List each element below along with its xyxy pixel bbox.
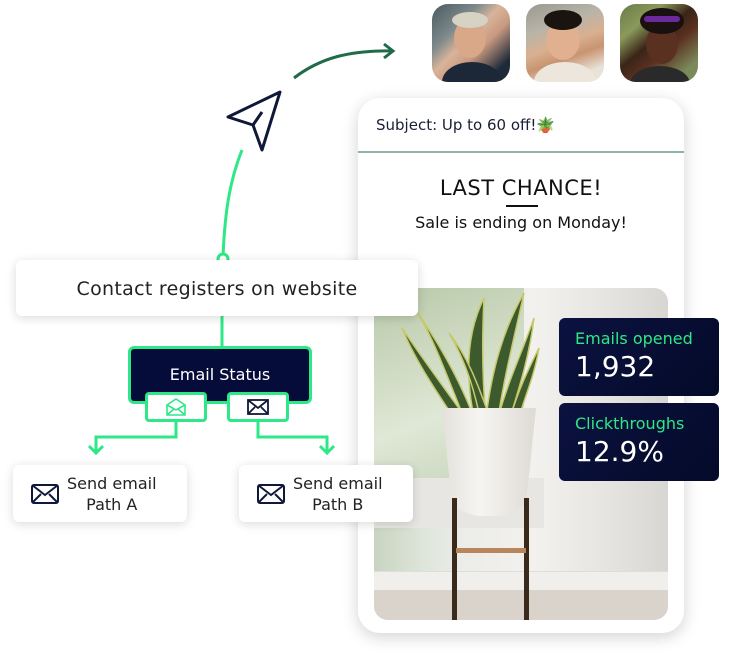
- action-label: Send email Path B: [293, 473, 383, 515]
- action-label-line1: Send email: [293, 474, 383, 493]
- email-headline: LAST CHANCE!: [439, 176, 603, 200]
- action-node-path-a[interactable]: Send email Path A: [13, 465, 187, 522]
- trigger-label: Contact registers on website: [76, 278, 358, 300]
- condition-opened-branch[interactable]: [145, 392, 207, 422]
- stand-leg: [452, 498, 457, 620]
- trigger-node[interactable]: Contact registers on website: [16, 260, 418, 316]
- stat-card-emails-opened: Emails opened 1,932: [559, 318, 719, 396]
- stat-value: 1,932: [575, 350, 656, 383]
- email-subject: Subject: Up to 60 off!🪴: [376, 116, 556, 134]
- stat-card-clickthroughs: Clickthroughs 12.9%: [559, 403, 719, 481]
- subject-divider: [358, 151, 684, 153]
- action-label-line1: Send email: [67, 474, 157, 493]
- contact-avatar-3: [620, 4, 698, 82]
- stand-crossbar: [456, 548, 526, 553]
- branch-b-connector: [256, 422, 329, 452]
- envelope-icon: [247, 399, 269, 415]
- paper-plane-icon: [226, 90, 282, 152]
- condition-label: Email Status: [169, 365, 271, 384]
- trigger-connector: [221, 149, 244, 257]
- envelope-icon: [257, 484, 285, 504]
- send-arrow: [293, 49, 393, 80]
- condition-unopened-branch[interactable]: [227, 392, 289, 422]
- contact-avatar-2: [526, 4, 604, 82]
- headline-underline: [506, 205, 538, 207]
- action-node-path-b[interactable]: Send email Path B: [239, 465, 413, 522]
- branch-a-connector: [94, 422, 178, 452]
- stand-leg: [524, 498, 529, 620]
- email-subline: Sale is ending on Monday!: [415, 213, 627, 232]
- stat-value: 12.9%: [575, 435, 664, 468]
- action-label: Send email Path A: [67, 473, 157, 515]
- action-label-line2: Path B: [312, 495, 364, 514]
- stat-label: Emails opened: [575, 329, 693, 348]
- action-label-line2: Path A: [86, 495, 138, 514]
- envelope-icon: [31, 484, 59, 504]
- contact-avatar-1: [432, 4, 510, 82]
- envelope-open-icon: [166, 398, 186, 416]
- stat-label: Clickthroughs: [575, 414, 685, 433]
